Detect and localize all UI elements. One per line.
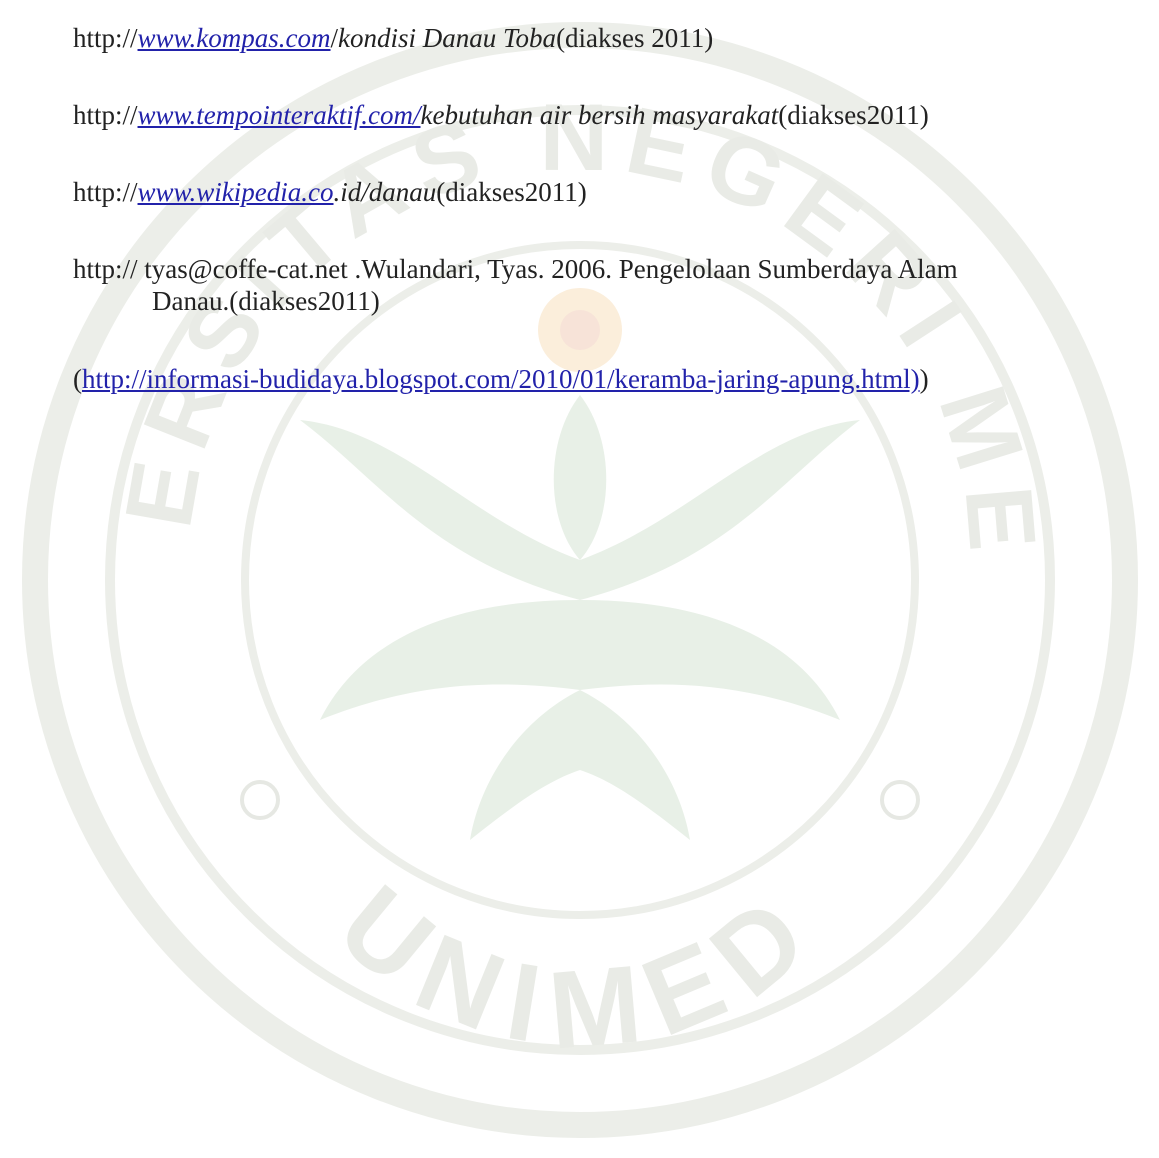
ref-line-1: http:// tyas@coffe-cat.net .Wulandari, T… [73, 254, 958, 284]
ref-access-note: (diakses2011) [778, 100, 929, 130]
ref-separator: / [330, 23, 339, 53]
reference-item: http://www.tempointeraktif.com/kebutuhan… [73, 99, 929, 131]
ref-prefix: http:// [73, 100, 138, 130]
reference-item: http://www.kompas.com/kondisi Danau Toba… [73, 22, 713, 54]
ref-access-note: (diakses2011) [436, 177, 587, 207]
ref-prefix: http:// [73, 177, 138, 207]
reference-item: http:// tyas@coffe-cat.net .Wulandari, T… [73, 253, 958, 317]
ref-open-paren: ( [73, 364, 82, 394]
ref-italic-title: kebutuhan air bersih masyarakat [420, 100, 779, 130]
ref-access-note: (diakses 2011) [556, 23, 714, 53]
seal-bottom-text: UNIMED [317, 862, 824, 1073]
ref-italic-title: .id/danau [333, 177, 437, 207]
reference-item: http://www.wikipedia.co.id/danau(diakses… [73, 176, 587, 208]
seal-lettering: UNIVERSITAS NEGERI MEDAN UNIMED [0, 0, 1043, 1073]
ref-line-2: Danau.(diakses2011) [152, 286, 380, 316]
reference-link[interactable]: www.tempointeraktif.com/ [138, 100, 421, 130]
reference-link[interactable]: http://informasi-budidaya.blogspot.com/2… [82, 364, 920, 394]
seal-flower-icons [240, 780, 921, 820]
svg-text:UNIMED: UNIMED [317, 862, 844, 1073]
ref-italic-title: kondisi Danau Toba [338, 23, 557, 53]
unimed-seal-watermark: UNIVERSITAS NEGERI MEDAN UNIMED [0, 0, 1138, 1138]
reference-link[interactable]: www.wikipedia.co [138, 177, 334, 207]
ref-prefix: http:// [73, 23, 138, 53]
ref-close-paren: ) [919, 364, 929, 394]
seal-lotus-icon [300, 395, 860, 840]
reference-item: (http://informasi-budidaya.blogspot.com/… [73, 363, 929, 395]
reference-link[interactable]: www.kompas.com [138, 23, 331, 53]
